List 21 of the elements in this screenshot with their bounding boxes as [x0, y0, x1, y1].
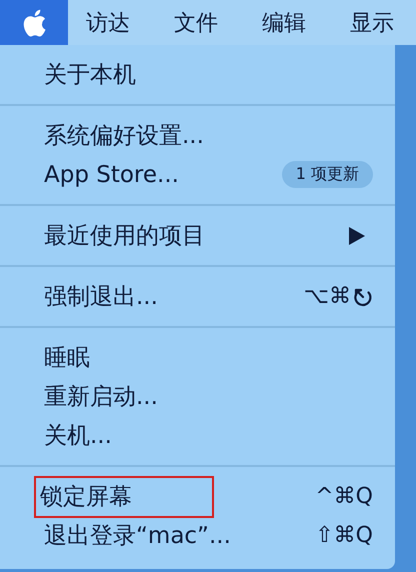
menu-bar-item[interactable]: 编辑 [262, 8, 306, 38]
menu-bar-item[interactable]: 显示 [350, 8, 394, 38]
menu-item[interactable]: 关于本机 [40, 57, 373, 92]
menu-item[interactable]: 重新启动... [40, 379, 373, 414]
keyboard-shortcut: ^⌘Q [315, 484, 373, 509]
menu-item[interactable]: 关机... [40, 418, 373, 453]
apple-menu-button[interactable] [0, 0, 68, 45]
menu-bar-item[interactable]: 访达 [86, 8, 130, 38]
keyboard-shortcut: ⌥⌘ [304, 284, 351, 309]
menu-item[interactable]: 强制退出... [40, 279, 304, 314]
menu-item[interactable]: 睡眠 [40, 340, 373, 375]
menu-item[interactable]: 退出登录“mac”... [40, 518, 316, 553]
menu-item[interactable]: 最近使用的项目 [40, 218, 349, 253]
update-badge: 1 项更新 [282, 161, 373, 188]
apple-logo-icon [21, 8, 47, 38]
menu-item[interactable]: App Store... [40, 160, 282, 190]
escape-key-icon [353, 286, 373, 306]
keyboard-shortcut: ⇧⌘Q [315, 523, 373, 548]
menu-item[interactable]: 系统偏好设置... [40, 118, 373, 153]
menu-item[interactable]: 锁定屏幕 [34, 476, 214, 518]
menu-bar-item[interactable]: 文件 [174, 8, 218, 38]
